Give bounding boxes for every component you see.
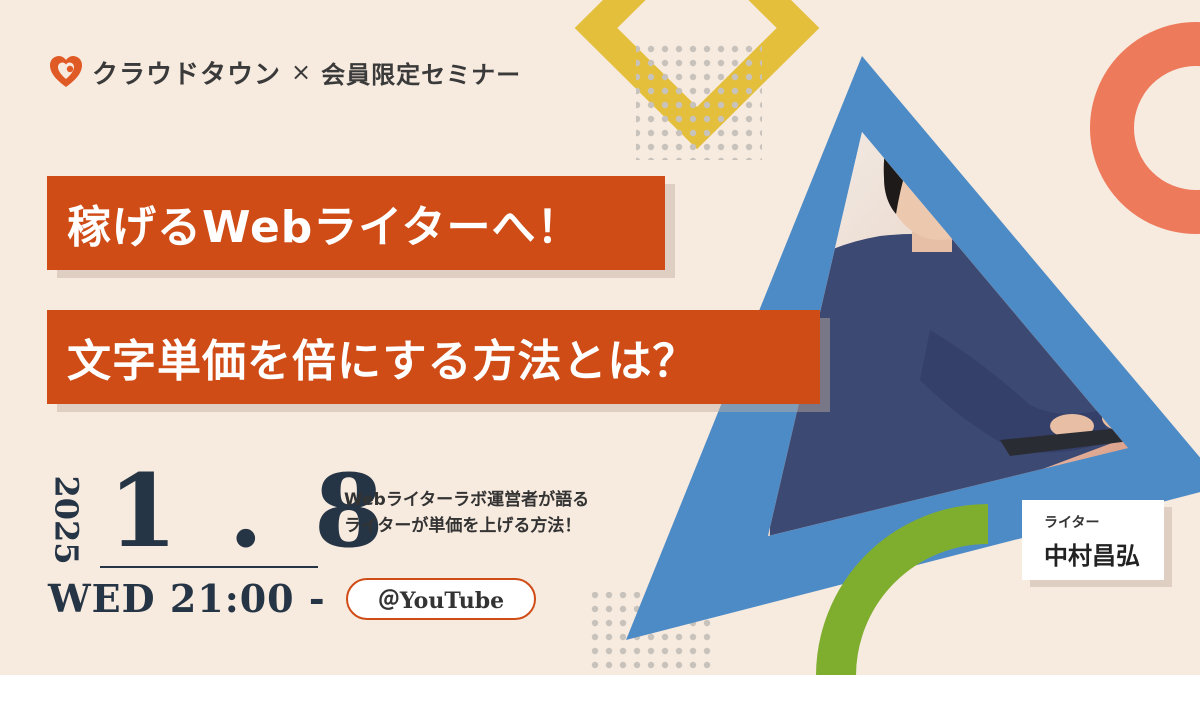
speaker-name-card: ライター 中村昌弘 <box>1022 500 1164 580</box>
event-description: Webライターラボ運営者が語る ライターが単価を上げる方法！ <box>344 487 589 539</box>
event-year: 2025 <box>48 475 86 565</box>
date-divider <box>100 566 318 568</box>
brand-name: クラウドタウン <box>92 59 282 90</box>
dot-pattern-top <box>636 40 762 160</box>
venue-badge: ＠YouTube <box>346 578 536 620</box>
cross-mark: × <box>291 58 312 86</box>
seminar-banner: クラウドタウン × 会員限定セミナー 稼げるWebライターへ！ 文字単価を倍にす… <box>0 0 1200 675</box>
page-blank-area <box>0 675 1200 722</box>
brand-header: クラウドタウン × 会員限定セミナー <box>48 52 521 92</box>
title-line-2: 文字単価を倍にする方法とは？ <box>47 310 820 404</box>
heart-logo-icon <box>50 56 82 87</box>
speaker-name: 中村昌弘 <box>1044 542 1140 570</box>
event-weekday-time: WED 21:00 - <box>48 576 326 621</box>
speaker-role: ライター <box>1044 515 1100 531</box>
title-line-1: 稼げるWebライターへ！ <box>47 176 665 270</box>
description-line-2: ライターが単価を上げる方法！ <box>344 516 582 536</box>
seminar-label: 会員限定セミナー <box>321 60 522 89</box>
description-line-1: Webライターラボ運営者が語る <box>344 490 590 510</box>
coral-ring-shape <box>1090 22 1200 234</box>
